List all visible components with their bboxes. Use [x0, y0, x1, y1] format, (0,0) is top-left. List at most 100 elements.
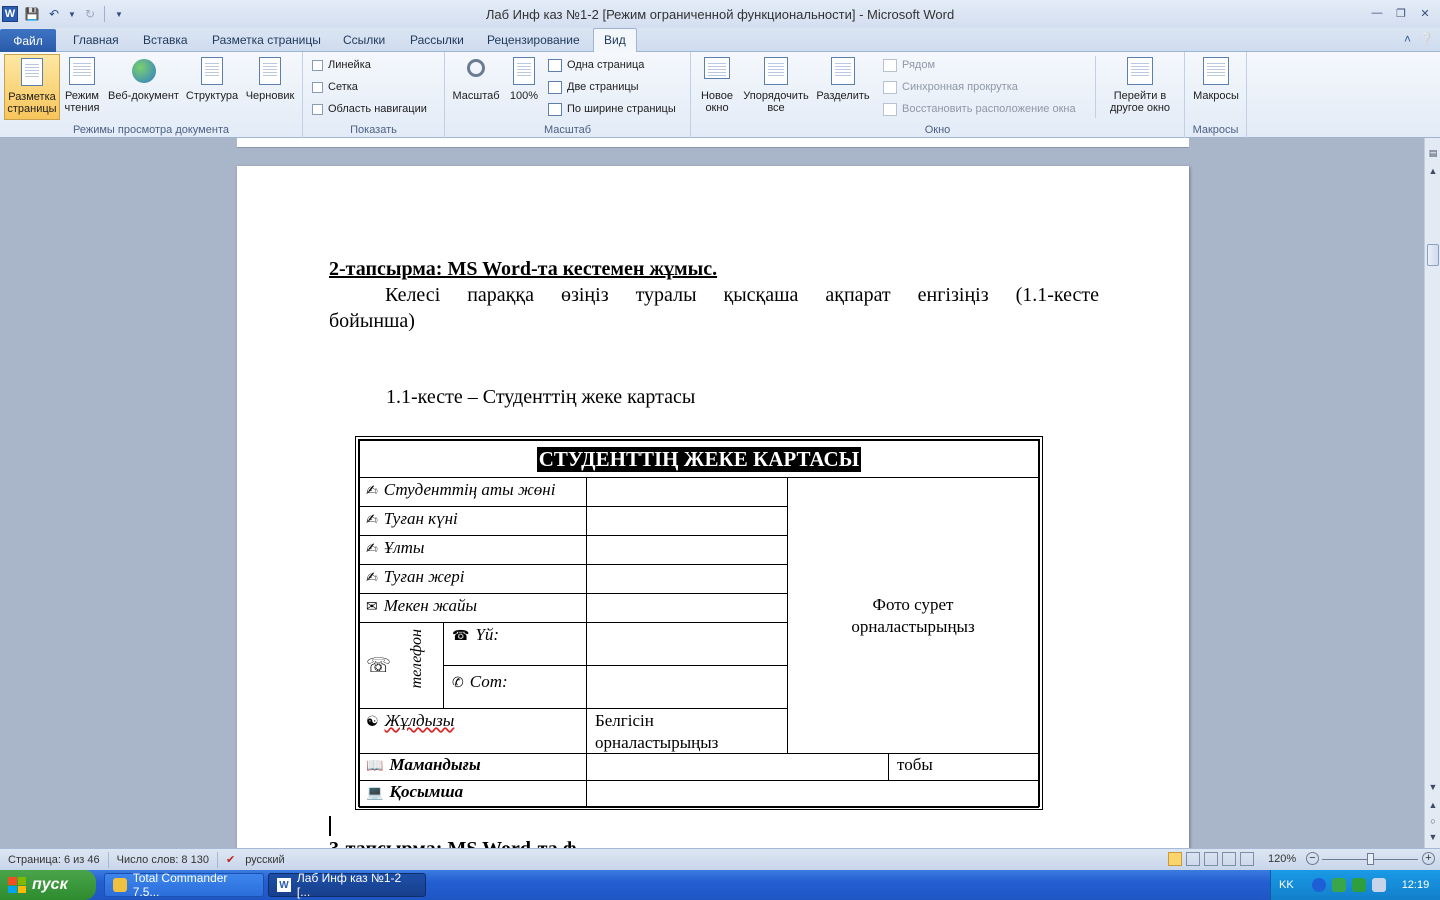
photo-cell[interactable]: Фото сурет орналастырыңыз [787, 477, 1039, 754]
mobile-phone-value[interactable] [586, 665, 788, 709]
zoom-in-icon[interactable]: + [1422, 852, 1435, 865]
tray-clock[interactable]: 12:19 [1402, 879, 1430, 891]
print-layout-button[interactable]: Разметка страницы [4, 54, 60, 120]
extra-label[interactable]: 💻 Қосымша [359, 780, 587, 808]
one-page-button[interactable]: Одна страница [548, 56, 644, 74]
previous-page-icon[interactable]: ▲ [1426, 798, 1440, 812]
zodiac-value[interactable]: Белгісін орналастырыңыз [586, 708, 788, 754]
tray-security-icon[interactable] [1351, 878, 1366, 892]
checkbox-box[interactable] [312, 59, 323, 71]
checkbox-box[interactable] [312, 103, 323, 115]
split-button[interactable]: Разделить [813, 54, 873, 120]
word-count[interactable]: Число слов: 8 130 [109, 851, 218, 868]
document-page[interactable]: 2-тапсырма: MS Word-та кестемен жұмыс. К… [237, 166, 1189, 848]
page-width-button[interactable]: По ширине страницы [548, 100, 676, 118]
outline-view-icon[interactable] [1222, 852, 1236, 866]
restore-icon[interactable]: ❐ [1390, 4, 1412, 22]
zoom-level[interactable]: 120% [1268, 853, 1296, 865]
ruler-toggle-icon[interactable]: ▤ [1426, 146, 1440, 160]
macros-button[interactable]: Макросы [1189, 54, 1243, 120]
row-address-label[interactable]: ✉ Мекен жайы [359, 593, 587, 623]
tab-view[interactable]: Вид [593, 28, 637, 53]
phone-label-cell[interactable]: ☏ телефон [359, 622, 444, 709]
row-address-value[interactable] [586, 593, 788, 623]
gridlines-checkbox[interactable]: Сетка [312, 78, 358, 96]
taskbar-total-commander[interactable]: Total Commander 7.5... [104, 871, 264, 899]
switch-windows-button[interactable]: Перейти в другое окно [1101, 54, 1179, 120]
start-button[interactable]: пуск [0, 870, 96, 900]
print-layout-view-icon[interactable] [1168, 852, 1182, 866]
undo-icon[interactable]: ↶ [46, 6, 62, 22]
checkbox-box[interactable] [312, 81, 323, 93]
minimize-icon[interactable]: — [1366, 4, 1388, 22]
tab-review[interactable]: Рецензирование [487, 33, 580, 47]
next-page-icon[interactable]: ▼ [1426, 830, 1440, 844]
web-layout-button[interactable]: Веб-документ [105, 54, 182, 120]
extra-value[interactable] [586, 780, 1039, 808]
row-nationality-label[interactable]: ✍ Ұлты [359, 535, 587, 565]
close-icon[interactable]: ✕ [1414, 4, 1436, 22]
new-window-button[interactable]: Новое окно [695, 54, 739, 120]
undo-dropdown-icon[interactable]: ▼ [68, 6, 76, 22]
side-by-side-button[interactable]: Рядом [883, 56, 935, 74]
customize-qat-icon[interactable]: ▼ [111, 6, 127, 22]
minimize-ribbon-icon[interactable]: ˄ [1404, 32, 1411, 46]
row-birthdate-value[interactable] [586, 506, 788, 536]
word-app-icon[interactable]: W [2, 6, 18, 22]
student-card-table[interactable]: СТУДЕНТТІҢ ЖЕКЕ КАРТАСЫ ✍ Студенттің аты … [355, 436, 1043, 810]
redo-icon[interactable]: ↻ [82, 6, 98, 22]
home-phone-value[interactable] [586, 622, 788, 666]
two-pages-button[interactable]: Две страницы [548, 78, 639, 96]
scroll-down-icon[interactable]: ▼ [1426, 780, 1440, 794]
row-fullname-value[interactable] [586, 477, 788, 507]
arrange-all-button[interactable]: Упорядочить все [741, 54, 811, 120]
tab-page-layout[interactable]: Разметка страницы [212, 33, 321, 47]
web-view-icon[interactable] [1204, 852, 1218, 866]
outline-button[interactable]: Структура [184, 54, 240, 120]
row-birthplace-label[interactable]: ✍ Туған жері [359, 564, 587, 594]
row-birthdate-label[interactable]: ✍ Туған күні [359, 506, 587, 536]
group-document-views: Разметка страницы Режим чтения Веб-докум… [0, 52, 303, 138]
tab-file[interactable]: Файл [0, 29, 56, 52]
draft-button[interactable]: Черновик [242, 54, 298, 120]
zoom-slider-thumb[interactable] [1367, 853, 1374, 865]
language-indicator[interactable]: русский [237, 852, 292, 868]
page-count[interactable]: Страница: 6 из 46 [0, 851, 109, 868]
mobile-phone-label[interactable]: ✆ Сот: [443, 665, 587, 709]
tray-network-icon[interactable] [1331, 878, 1346, 892]
group-label[interactable]: тобы [888, 753, 1039, 781]
proofing-icon[interactable]: ✔ [218, 852, 237, 868]
input-language[interactable]: KK [1279, 879, 1294, 891]
specialty-value[interactable] [586, 753, 889, 781]
reading-view-icon[interactable] [1186, 852, 1200, 866]
reading-mode-button[interactable]: Режим чтения [60, 54, 104, 120]
draft-view-icon[interactable] [1240, 852, 1254, 866]
reset-window-position-button[interactable]: Восстановить расположение окна [883, 100, 1076, 118]
zoom-out-icon[interactable]: − [1306, 852, 1319, 865]
zodiac-label[interactable]: ☯ Жұлдызы [359, 708, 587, 754]
zoom-button[interactable]: Масштаб [449, 54, 503, 120]
row-nationality-value[interactable] [586, 535, 788, 565]
specialty-label[interactable]: 📖 Мамандығы [359, 753, 587, 781]
navigation-pane-checkbox[interactable]: Область навигации [312, 100, 427, 118]
zoom-100-button[interactable]: 100% [505, 54, 543, 120]
row-birthplace-value[interactable] [586, 564, 788, 594]
help-icon[interactable]: ❔ [1419, 32, 1434, 46]
tab-mailings[interactable]: Рассылки [410, 33, 464, 47]
ruler-checkbox[interactable]: Линейка [312, 56, 371, 74]
tab-home[interactable]: Главная [73, 33, 119, 47]
scrollbar-thumb[interactable] [1427, 244, 1439, 266]
card-title-cell[interactable]: СТУДЕНТТІҢ ЖЕКЕ КАРТАСЫ [359, 440, 1039, 478]
scroll-up-icon[interactable]: ▲ [1426, 164, 1440, 178]
vertical-scrollbar[interactable]: ▤ ▲ ▼ ▲ ○ ▼ [1424, 138, 1440, 848]
tray-arrow-icon[interactable] [1311, 878, 1326, 892]
tray-volume-icon[interactable] [1371, 878, 1386, 892]
row-fullname-label[interactable]: ✍ Студенттің аты жөні [359, 477, 587, 507]
taskbar-word-document[interactable]: W Лаб Инф каз №1-2 [... [268, 871, 426, 899]
tab-references[interactable]: Ссылки [343, 33, 385, 47]
browse-object-icon[interactable]: ○ [1426, 814, 1440, 828]
sync-scroll-button[interactable]: Синхронная прокрутка [883, 78, 1018, 96]
tab-insert[interactable]: Вставка [143, 33, 188, 47]
save-icon[interactable]: 💾 [24, 6, 40, 22]
home-phone-label[interactable]: ☎ Үй: [443, 622, 587, 666]
